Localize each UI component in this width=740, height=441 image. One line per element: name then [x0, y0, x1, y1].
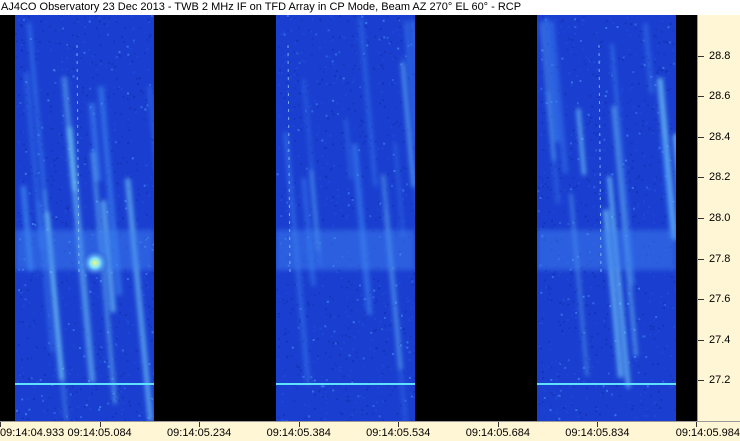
y-tick-label: 27.8: [709, 252, 731, 265]
window-title: AJ4CO Observatory 23 Dec 2013 - TWB 2 MH…: [1, 1, 522, 13]
carrier-marker-line: [276, 383, 415, 385]
x-tick-label: 09:14:04.933: [0, 427, 65, 439]
y-tick: [698, 96, 704, 98]
window-title-bar: AJ4CO Observatory 23 Dec 2013 - TWB 2 MH…: [0, 0, 740, 15]
spectrogram-panel-3[interactable]: [537, 15, 676, 421]
y-tick: [698, 380, 704, 382]
y-tick-label: 28.4: [709, 130, 731, 143]
y-tick: [698, 55, 704, 57]
y-tick-label: 28.8: [709, 49, 731, 62]
x-tick-label: 09:14:05.084: [67, 427, 132, 439]
y-tick: [698, 136, 704, 138]
y-tick-label: 28.2: [709, 171, 731, 184]
y-tick: [698, 258, 704, 260]
signal-hotspot: [81, 249, 109, 277]
time-axis: 09:14:04.933 09:14:05.084 09:14:05.234 09:1…: [0, 421, 740, 441]
x-tick-label: 09:14:05.984: [675, 427, 740, 439]
y-tick-label: 28.0: [709, 212, 731, 224]
spectrogram-image: [15, 15, 154, 421]
spectrogram-image: [276, 15, 415, 421]
x-tick-label: 09:14:05.384: [266, 427, 331, 439]
y-tick-label: 27.6: [709, 293, 731, 306]
y-tick-label: 27.2: [709, 374, 731, 387]
y-tick: [698, 177, 704, 179]
y-tick-label: 27.4: [709, 333, 731, 346]
y-tick: [698, 299, 704, 301]
x-tick-label: 09:14:05.684: [465, 427, 530, 439]
y-tick: [698, 218, 704, 219]
spectrogram-plot-area[interactable]: [0, 15, 697, 421]
frequency-axis: 28.8 28.6 28.4 28.2 28.0 27.8 27.6 27.4 27.2: [697, 15, 740, 421]
spectrogram-background: [276, 15, 415, 421]
x-tick-label: 09:14:05.834: [565, 427, 630, 439]
carrier-marker-line: [15, 383, 154, 385]
spectrogram-panel-2[interactable]: [276, 15, 415, 421]
x-tick-label: 09:14:05.234: [167, 427, 232, 439]
y-tick: [698, 339, 704, 341]
x-tick-label: 09:14:05.534: [366, 427, 431, 439]
carrier-marker-line: [537, 383, 676, 385]
y-tick-label: 28.6: [709, 90, 731, 103]
spectrogram-image: [537, 15, 676, 421]
spectrogram-panel-1[interactable]: [15, 15, 154, 421]
